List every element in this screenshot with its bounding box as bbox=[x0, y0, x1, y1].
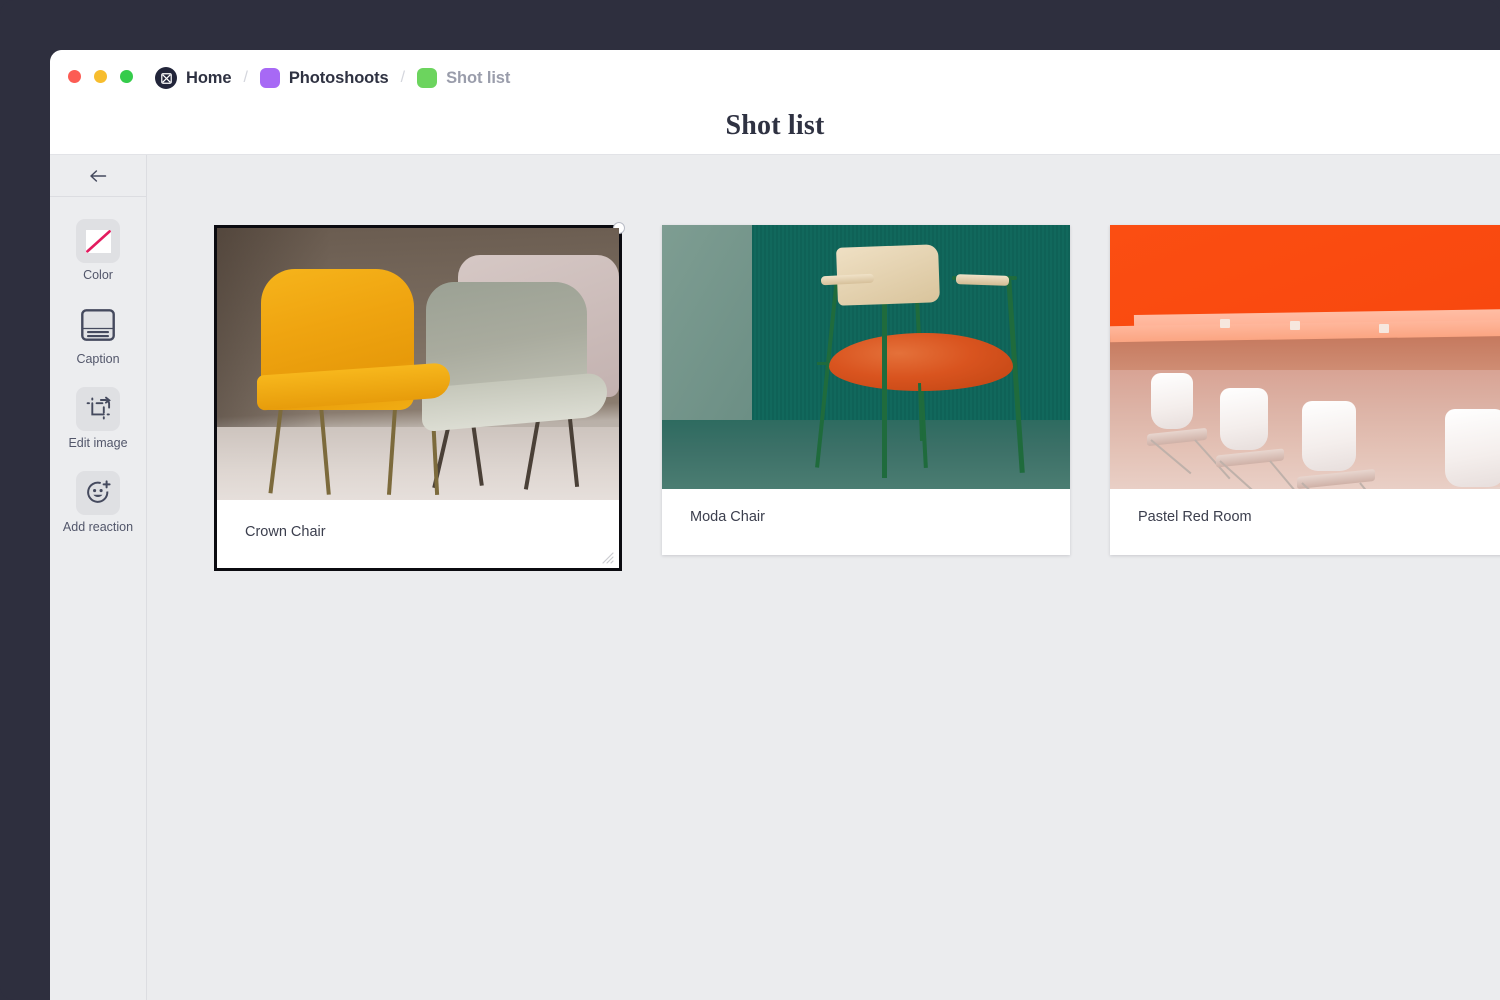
breadcrumb-label-home: Home bbox=[186, 69, 231, 88]
app-window: Home / Photoshoots / Shot list Shot list bbox=[50, 50, 1500, 1000]
breadcrumb-label-photoshoots: Photoshoots bbox=[289, 69, 389, 88]
card-caption-moda-chair[interactable]: Moda Chair bbox=[662, 489, 1070, 555]
caption-icon bbox=[76, 303, 120, 347]
breadcrumb-separator-1: / bbox=[243, 69, 247, 87]
image-card-moda-chair[interactable]: Moda Chair bbox=[662, 225, 1070, 555]
block-toolbar-rail: Color Caption bbox=[50, 155, 147, 1000]
gallery-canvas: Crown Chair bbox=[147, 155, 1500, 1000]
page-title: Shot list bbox=[50, 110, 1500, 142]
arrow-left-icon bbox=[89, 169, 107, 183]
card-photo-moda-chair[interactable] bbox=[662, 225, 1070, 489]
crop-rotate-icon bbox=[76, 387, 120, 431]
breadcrumb-label-shot-list: Shot list bbox=[446, 69, 510, 88]
minimize-button[interactable] bbox=[94, 70, 107, 83]
window-controls bbox=[68, 70, 133, 83]
tool-label-add-reaction: Add reaction bbox=[63, 520, 133, 535]
window-titlebar: Home / Photoshoots / Shot list Shot list bbox=[50, 50, 1500, 154]
close-button[interactable] bbox=[68, 70, 81, 83]
color-swatch-icon bbox=[76, 219, 120, 263]
tool-label-caption: Caption bbox=[76, 352, 119, 367]
tool-edit-image[interactable]: Edit image bbox=[56, 387, 140, 451]
tool-add-reaction[interactable]: Add reaction bbox=[56, 471, 140, 535]
smiley-plus-icon bbox=[76, 471, 120, 515]
desktop-backdrop: Home / Photoshoots / Shot list Shot list bbox=[0, 0, 1500, 1000]
image-card-crown-chair[interactable]: Crown Chair bbox=[214, 225, 622, 571]
maximize-button[interactable] bbox=[120, 70, 133, 83]
image-card-pastel-red-room[interactable]: Pastel Red Room bbox=[1110, 225, 1500, 555]
page-color-badge-shot-list bbox=[417, 68, 437, 88]
image-card-row: Crown Chair bbox=[214, 225, 1500, 571]
breadcrumb-separator-2: / bbox=[401, 69, 405, 87]
card-caption-crown-chair[interactable]: Crown Chair bbox=[217, 500, 619, 568]
tool-color[interactable]: Color bbox=[56, 219, 140, 283]
window-body: Color Caption bbox=[50, 154, 1500, 1000]
breadcrumb: Home / Photoshoots / Shot list bbox=[155, 64, 510, 92]
tool-label-edit-image: Edit image bbox=[68, 436, 127, 451]
page-color-badge-photoshoots bbox=[260, 68, 280, 88]
card-photo-crown-chair[interactable] bbox=[217, 228, 619, 500]
tool-label-color: Color bbox=[83, 268, 113, 283]
breadcrumb-item-home[interactable]: Home bbox=[155, 67, 231, 89]
toolbar-back-button[interactable] bbox=[50, 155, 146, 197]
tool-caption[interactable]: Caption bbox=[56, 303, 140, 367]
card-photo-pastel-red-room[interactable] bbox=[1110, 225, 1500, 489]
toolbar-tool-list: Color Caption bbox=[50, 197, 146, 535]
card-resize-grip[interactable] bbox=[600, 550, 614, 564]
workspace-avatar-icon bbox=[155, 67, 177, 89]
breadcrumb-item-shot-list[interactable]: Shot list bbox=[417, 68, 510, 88]
breadcrumb-item-photoshoots[interactable]: Photoshoots bbox=[260, 68, 389, 88]
card-caption-pastel-red-room[interactable]: Pastel Red Room bbox=[1110, 489, 1500, 555]
